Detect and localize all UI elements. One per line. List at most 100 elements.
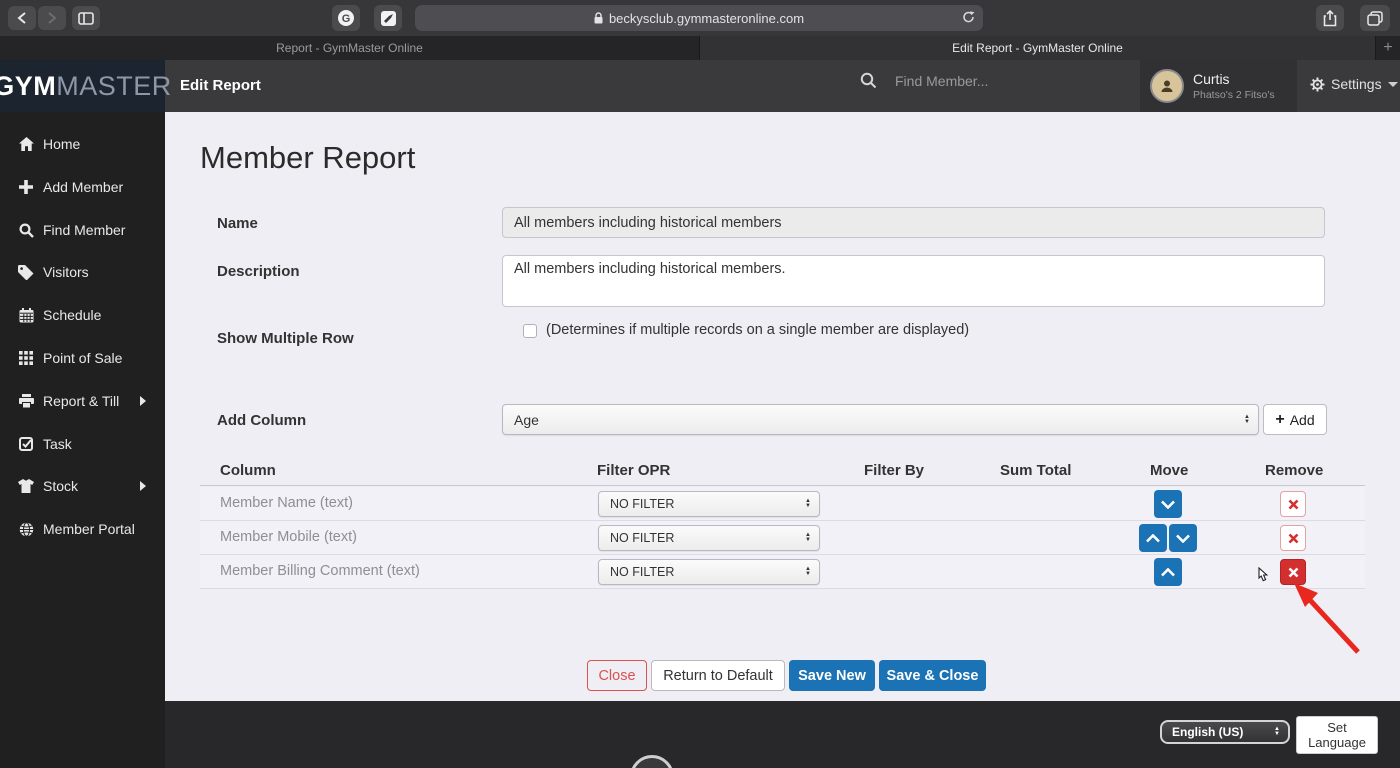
tabs-overview-icon[interactable] [1360, 5, 1390, 31]
avatar [1150, 69, 1184, 103]
sidebar-item-stock[interactable]: Stock [0, 471, 165, 501]
url-bar[interactable]: beckysclub.gymmasteronline.com [415, 5, 983, 31]
multi-row-hint: (Determines if multiple records on a sin… [546, 322, 970, 338]
sidebar-item-point-of-sale[interactable]: Point of Sale [0, 343, 165, 373]
description-input[interactable] [502, 255, 1325, 307]
multi-row-checkbox[interactable] [523, 324, 537, 338]
extension-g-icon[interactable]: G [332, 5, 360, 31]
add-column-select[interactable]: Age ▲ ▼ [502, 404, 1259, 435]
user-club: Phatso's 2 Fitso's [1193, 89, 1275, 101]
sidebar-item-member-portal[interactable]: Member Portal [0, 514, 165, 544]
grid-icon [18, 351, 34, 365]
select-stepper-icon: ▲ ▼ [805, 566, 811, 577]
tab-report[interactable]: Report - GymMaster Online [0, 36, 700, 60]
table-row: Member Name (text) NO FILTER ▲ ▼ [200, 487, 1365, 521]
multi-row-label: Show Multiple Row [217, 330, 354, 347]
check-square-icon [18, 437, 34, 451]
app-header: GYMMASTER Edit Report Curtis Phatso's 2 … [0, 60, 1400, 148]
description-label: Description [217, 263, 300, 280]
gear-icon [1310, 77, 1325, 91]
close-button[interactable]: Close [587, 660, 647, 691]
sidebar-item-find-member[interactable]: Find Member [0, 215, 165, 245]
select-stepper-icon: ▲ ▼ [1274, 726, 1280, 737]
x-icon [1288, 533, 1298, 543]
back-icon[interactable] [8, 6, 36, 30]
remove-button[interactable] [1280, 491, 1306, 517]
settings-button[interactable]: Settings [1310, 76, 1398, 92]
return-to-default-button[interactable]: Return to Default [651, 660, 785, 691]
col-header-filter-opr: Filter OPR [597, 462, 671, 479]
tab-edit-report[interactable]: Edit Report - GymMaster Online [700, 36, 1376, 60]
user-name: Curtis [1193, 71, 1230, 87]
gymmaster-logo[interactable]: GYM MASTER [0, 60, 171, 112]
select-stepper-icon: ▲ ▼ [805, 532, 811, 543]
report-title: Member Report [200, 140, 416, 175]
language-select[interactable]: English (US) ▲ ▼ [1160, 720, 1290, 744]
save-and-close-button[interactable]: Save & Close [879, 660, 986, 691]
select-stepper-icon: ▲ ▼ [805, 498, 811, 509]
select-stepper-icon: ▲ ▼ [1244, 413, 1250, 425]
tag-icon [18, 264, 34, 280]
share-icon[interactable] [1316, 5, 1344, 31]
col-header-sum-total: Sum Total [1000, 462, 1072, 479]
new-tab-button[interactable]: + [1376, 36, 1400, 60]
settings-caret-icon [1387, 81, 1398, 87]
add-column-button[interactable]: + Add [1263, 404, 1327, 435]
sidebar-item-report-till[interactable]: Report & Till [0, 386, 165, 416]
home-icon [18, 137, 34, 151]
remove-button[interactable] [1280, 525, 1306, 551]
table-row: Member Mobile (text) NO FILTER ▲ ▼ [200, 521, 1365, 555]
sidebar-item-add-member[interactable]: Add Member [0, 172, 165, 202]
filter-opr-select[interactable]: NO FILTER ▲ ▼ [598, 525, 820, 551]
plus-icon [18, 180, 34, 194]
forward-icon[interactable] [38, 6, 66, 30]
name-label: Name [217, 215, 258, 232]
tab-bar: Report - GymMaster Online Edit Report - … [0, 36, 1400, 60]
plus-icon: + [1275, 410, 1285, 428]
url-text: beckysclub.gymmasteronline.com [608, 10, 805, 26]
calendar-icon [18, 307, 34, 323]
move-up-button[interactable] [1154, 558, 1182, 586]
screen: G beckysclub.gymmasteronline.com Report … [0, 0, 1400, 768]
x-icon [1288, 567, 1298, 577]
set-language-button[interactable]: Set Language [1296, 716, 1378, 754]
table-row: Member Billing Comment (text) NO FILTER … [200, 555, 1365, 589]
filter-opr-select[interactable]: NO FILTER ▲ ▼ [598, 491, 820, 517]
printer-icon [18, 394, 34, 408]
col-header-column: Column [220, 462, 276, 479]
sidebar-item-task[interactable]: Task [0, 429, 165, 459]
sidebar-item-home[interactable]: Home [0, 129, 165, 159]
sidebar-item-schedule[interactable]: Schedule [0, 300, 165, 330]
svg-text:G: G [342, 13, 351, 25]
lock-icon [594, 12, 603, 24]
annotation-arrow [1294, 583, 1360, 654]
main-content: Member Report Name Description Show Mult… [165, 112, 1400, 701]
save-new-button[interactable]: Save New [789, 660, 875, 691]
reload-icon[interactable] [962, 10, 975, 24]
globe-icon [18, 521, 34, 537]
move-down-button[interactable] [1154, 490, 1182, 518]
col-header-move: Move [1150, 462, 1189, 479]
remove-button-hovered[interactable] [1280, 559, 1306, 585]
submenu-arrow-icon [140, 396, 146, 406]
find-member-input[interactable] [895, 72, 1105, 89]
name-input[interactable] [502, 207, 1325, 238]
extension-notes-icon[interactable] [374, 5, 402, 31]
x-icon [1288, 499, 1298, 509]
search-icon [18, 222, 34, 238]
footer: English (US) ▲ ▼ Set Language [165, 701, 1400, 768]
move-down-button[interactable] [1169, 524, 1197, 552]
move-up-button[interactable] [1139, 524, 1167, 552]
user-menu[interactable]: Curtis Phatso's 2 Fitso's [1140, 60, 1297, 112]
add-column-label: Add Column [217, 412, 307, 429]
submenu-arrow-icon [140, 481, 146, 491]
sidebar-item-visitors[interactable]: Visitors [0, 257, 165, 287]
browser-toolbar: G beckysclub.gymmasteronline.com [0, 0, 1400, 36]
sidebar-toggle-icon[interactable] [72, 6, 100, 30]
footer-logo [630, 755, 674, 768]
sidebar: Home Add Member Find Member Visitors Sch… [0, 112, 165, 768]
col-header-remove: Remove [1265, 462, 1324, 479]
filter-opr-select[interactable]: NO FILTER ▲ ▼ [598, 559, 820, 585]
col-header-filter-by: Filter By [864, 462, 925, 479]
page-title: Edit Report [180, 77, 261, 94]
